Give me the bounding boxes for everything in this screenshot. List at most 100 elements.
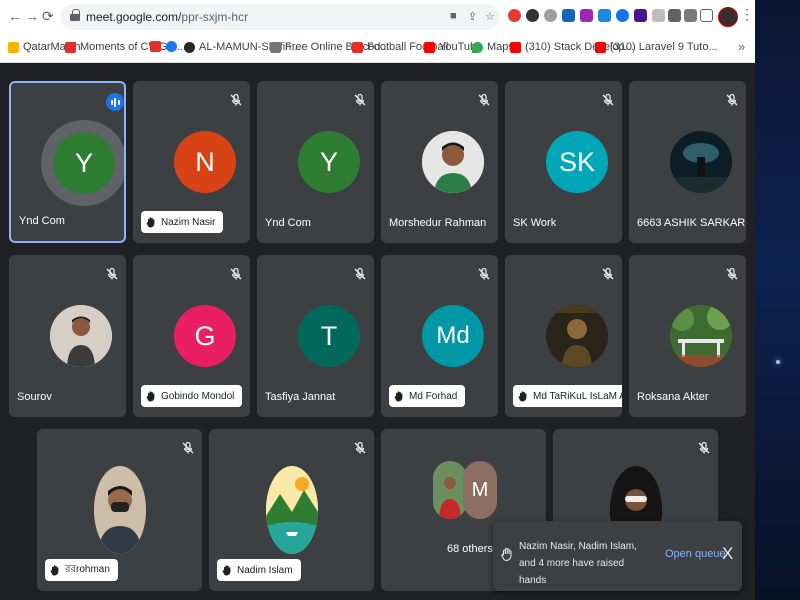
profile-avatar[interactable] [718,7,738,27]
raised-hand-name-chip: Md Forhad [389,385,466,407]
raised-hand-icon [501,547,512,561]
participant-tile[interactable]: ররrohman [37,429,202,591]
participant-tile[interactable]: Y Ynd Com [257,81,374,243]
participant-name: Gobindo Mondol [161,390,235,402]
extension-6-icon[interactable] [598,9,611,22]
participant-name: SK Work [513,217,557,229]
opera-extension-icon[interactable] [508,9,521,22]
participant-tile[interactable]: Nadim Islam [209,429,374,591]
mic-off-icon [354,267,366,280]
share-icon[interactable]: ⇪ [468,10,477,23]
lock-icon [70,9,80,21]
bookmark-favicon-icon [352,41,363,53]
raised-hand-icon [146,217,155,228]
reading-list-icon[interactable] [684,9,697,22]
open-queue-button[interactable]: Open queue [665,548,726,560]
camera-indicator-icon[interactable]: ■ [450,10,457,22]
raised-hands-notification: Nazim Nasir, Nadim Islam, and 4 more hav… [493,521,742,591]
participant-name: Ynd Com [19,215,65,227]
url-path: ppr-sxjm-hcr [181,10,249,24]
mic-off-icon [106,267,118,280]
bookmark-star-icon[interactable]: ☆ [485,10,495,23]
participant-tile[interactable]: SK SK Work [505,81,622,243]
bookmark-favicon-icon [150,41,161,52]
raised-hand-name-chip: Nazim Nasir [141,211,224,233]
extension-8-icon[interactable] [634,9,647,22]
extensions-puzzle-icon[interactable] [668,9,681,22]
forward-arrow-icon[interactable]: → [25,8,39,24]
participant-tile[interactable]: G Gobindo Mondol [133,255,250,417]
more-bookmarks-button[interactable]: » [738,39,745,54]
participant-name: Sourov [17,391,52,403]
close-icon[interactable]: X [722,544,733,564]
raised-hand-icon [518,391,527,402]
participant-tile[interactable]: T Tasfiya Jannat [257,255,374,417]
extension-9-icon[interactable] [652,9,665,22]
url-host: meet.google.com/ [86,10,182,24]
others-count: 68 others [447,543,493,555]
globe-extension-icon[interactable] [544,9,557,22]
facebook-icon [166,41,177,52]
avatar: Y [298,131,360,193]
participant-tile[interactable]: N Nazim Nasir [133,81,250,243]
extension-2-icon[interactable] [526,9,539,22]
mic-off-icon [354,441,366,454]
mic-off-icon [478,267,490,280]
bookmark-item[interactable] [166,41,177,52]
participant-name: Roksana Akter [637,391,709,403]
participant-tile[interactable]: 6663 ASHIK SARKAR 72 [629,81,746,243]
avatar: M [463,461,497,519]
bookmarks-bar: QatarMatch Moments of CWG 2... AL-MAMUN-… [0,34,755,63]
avatar-photo [94,466,146,554]
participant-tile[interactable]: Y Ynd Com [9,81,126,243]
mic-off-icon [230,93,242,106]
browser-menu-icon[interactable]: ⋮ [740,6,754,23]
avatar: SK [546,131,608,193]
speaking-indicator-icon [106,93,124,111]
avatar-photo [433,461,467,519]
participant-tile[interactable]: Md TaRiKuL IsLaM AlAm... [505,255,622,417]
youtube-icon [510,41,521,53]
participant-tile[interactable]: Roksana Akter [629,255,746,417]
reload-icon[interactable]: ⟳ [42,8,54,24]
bookmark-item[interactable]: (310) Laravel 9 Tuto... [595,41,718,53]
participant-name: 6663 ASHIK SARKAR 72 [637,217,746,229]
participant-name: Ynd Com [265,217,311,229]
extension-7-icon[interactable] [616,9,629,22]
raised-hand-icon [50,565,59,576]
mic-off-icon [354,93,366,106]
maps-icon [472,41,483,53]
bookmark-favicon-icon [65,41,76,53]
raised-hand-icon [394,391,403,402]
url-text[interactable]: meet.google.com/ppr-sxjm-hcr [86,10,248,24]
meeting-grid: Y Ynd Com N Nazim Nasir Y Ynd Com Morshe… [0,63,755,600]
folder-icon [8,41,19,53]
bookmark-item[interactable]: Maps [472,41,514,53]
raised-hand-name-chip: Md TaRiKuL IsLaM AlAm... [513,385,622,407]
participant-tile[interactable]: Morshedur Rahman [381,81,498,243]
browser-window: ← → ⟳ meet.google.com/ppr-sxjm-hcr ■ ⇪ ☆… [0,0,755,600]
raised-hand-name-chip: Nadim Islam [217,559,301,581]
avatar-photo [546,305,608,367]
extension-4-icon[interactable] [562,9,575,22]
bookmark-item[interactable] [150,41,161,52]
participant-name: Morshedur Rahman [389,217,487,229]
side-panel-icon[interactable] [700,9,713,22]
mic-off-icon [698,441,710,454]
mic-off-icon [726,267,738,280]
participant-name: Md TaRiKuL IsLaM AlAm... [533,390,622,402]
barcode-icon [270,41,281,53]
raised-hand-name-chip: Gobindo Mondol [141,385,243,407]
participant-tile[interactable]: Sourov [9,255,126,417]
desktop-light [776,360,780,364]
avatar-photo [266,466,318,554]
mic-off-icon [230,267,242,280]
participant-name: Nazim Nasir [161,216,216,228]
raised-hand-name-chip: ররrohman [45,559,118,581]
participant-name: ররrohman [65,563,110,575]
address-bar[interactable]: meet.google.com/ppr-sxjm-hcr ■ ⇪ ☆ [60,4,500,30]
extension-5-icon[interactable] [580,9,593,22]
participant-tile[interactable]: Md Md Forhad [381,255,498,417]
back-arrow-icon[interactable]: ← [8,8,22,24]
avatar: G [174,305,236,367]
